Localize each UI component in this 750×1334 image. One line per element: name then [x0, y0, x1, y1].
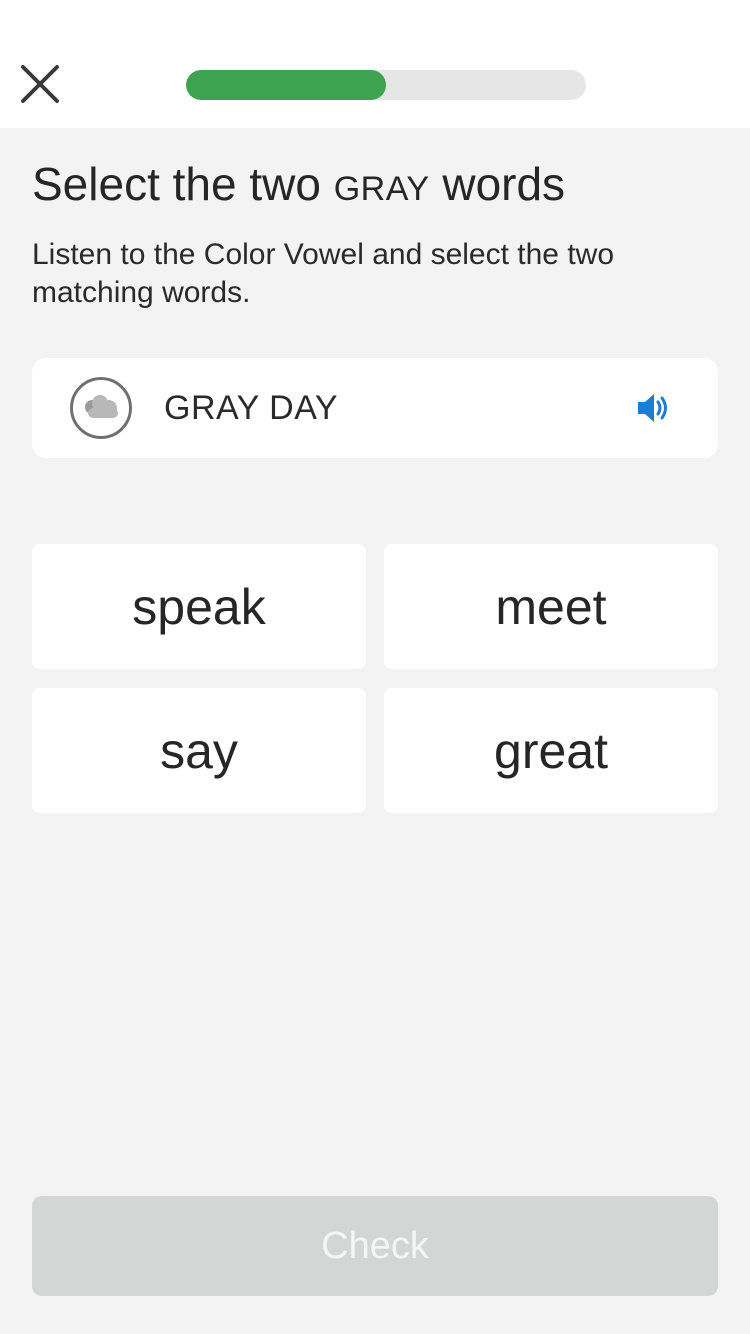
cloud-icon — [85, 395, 118, 418]
color-vowel-card[interactable]: GRAY DAY — [32, 358, 718, 458]
close-button[interactable] — [16, 60, 64, 108]
word-option-1[interactable]: speak — [32, 544, 366, 669]
top-bar — [0, 0, 750, 128]
word-option-2[interactable]: meet — [384, 544, 718, 669]
vowel-label: GRAY DAY — [164, 389, 339, 427]
close-icon — [21, 65, 59, 103]
word-option-3[interactable]: say — [32, 688, 366, 813]
progress-bar — [186, 70, 586, 100]
word-option-4[interactable]: great — [384, 688, 718, 813]
speaker-icon — [638, 394, 667, 422]
page-title: Select the two GRAY words — [32, 158, 566, 210]
title-color-word: GRAY — [333, 170, 430, 208]
vowel-icon-circle — [70, 377, 132, 439]
check-button[interactable]: Check — [32, 1196, 718, 1296]
play-audio-button[interactable] — [632, 386, 676, 430]
instructions-text: Listen to the Color Vowel and select the… — [32, 238, 615, 309]
progress-fill — [186, 70, 386, 100]
